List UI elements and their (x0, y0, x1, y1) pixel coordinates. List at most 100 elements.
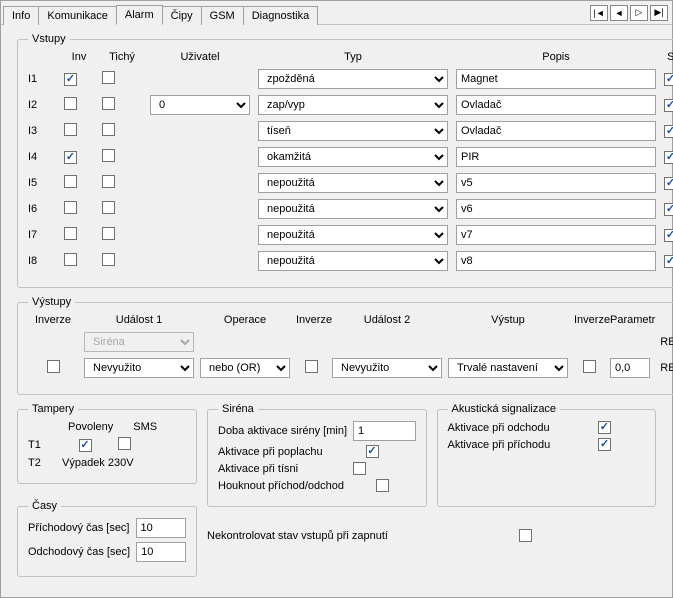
tichy-checkbox[interactable] (102, 123, 115, 136)
tichy-checkbox[interactable] (102, 149, 115, 162)
prichod-input[interactable] (136, 518, 187, 538)
popis-input[interactable] (456, 95, 656, 115)
group-akust: Akustická signalizace Aktivace při odcho… (437, 403, 657, 507)
tab-gsm[interactable]: GSM (201, 6, 244, 25)
tab-diagnostika[interactable]: Diagnostika (243, 6, 318, 25)
tisen-checkbox[interactable] (353, 462, 366, 475)
sms-checkbox[interactable] (664, 125, 673, 138)
group-tampery: Tampery Povoleny SMS T1 T2 Výpadek 230V (17, 403, 197, 484)
inv-checkbox[interactable] (64, 73, 77, 86)
prichod-label: Příchodový čas [sec] (28, 522, 130, 534)
poplach-checkbox[interactable] (366, 445, 379, 458)
inv-checkbox[interactable] (64, 97, 77, 110)
tab-komunikace[interactable]: Komunikace (38, 6, 117, 25)
tichy-checkbox[interactable] (102, 97, 115, 110)
hdr-operace: Operace (200, 314, 290, 326)
t1-povoleny-checkbox[interactable] (79, 439, 92, 452)
houk-checkbox[interactable] (376, 479, 389, 492)
topbar: InfoKomunikaceAlarmČipyGSMDiagnostika |◄… (1, 1, 672, 25)
tab-čipy[interactable]: Čipy (162, 6, 202, 25)
typ-select[interactable]: zpožděná (258, 69, 448, 89)
uzivatel-select[interactable]: 0 (150, 95, 250, 115)
sms-checkbox[interactable] (664, 73, 673, 86)
group-sirena: Siréna Doba aktivace sirény [min] Aktiva… (207, 403, 427, 507)
input-row: I8 nepoužitá (28, 251, 673, 271)
akust-odchod-checkbox[interactable] (598, 421, 611, 434)
inv-checkbox[interactable] (64, 123, 77, 136)
popis-input[interactable] (456, 251, 656, 271)
odchod-input[interactable] (136, 542, 186, 562)
tichy-checkbox[interactable] (102, 201, 115, 214)
hdr-inverze3: Inverze (574, 314, 604, 326)
nav-first-icon[interactable]: |◄ (590, 5, 608, 21)
row-id: I7 (28, 229, 56, 241)
inv-checkbox[interactable] (64, 151, 77, 164)
out-inv1-checkbox[interactable] (47, 360, 60, 373)
typ-select[interactable]: okamžitá (258, 147, 448, 167)
tichy-checkbox[interactable] (102, 175, 115, 188)
tab-info[interactable]: Info (3, 6, 39, 25)
legend-akust: Akustická signalizace (448, 403, 561, 415)
hdr-vystup: Výstup (448, 314, 568, 326)
popis-input[interactable] (456, 121, 656, 141)
tichy-checkbox[interactable] (102, 71, 115, 84)
typ-select[interactable]: nepoužitá (258, 173, 448, 193)
input-row: I5nepoužitá (28, 173, 673, 193)
row-id: I2 (28, 99, 56, 111)
group-vstupy: Vstupy Inv Tichý Uživatel Typ Popis SMS … (17, 33, 673, 288)
udalost2-select[interactable]: Nevyužito (332, 358, 442, 378)
out-inv2-checkbox[interactable] (305, 360, 318, 373)
sms-checkbox[interactable] (664, 151, 673, 164)
hdr-parametr: Parametr (610, 314, 650, 326)
hdr-udalost1: Událost 1 (84, 314, 194, 326)
vystup-select[interactable]: Trvalé nastavení (448, 358, 568, 378)
typ-select[interactable]: tíseň (258, 121, 448, 141)
hdr-uzivatel: Uživatel (150, 51, 250, 63)
popis-input[interactable] (456, 173, 656, 193)
sms-checkbox[interactable] (664, 203, 673, 216)
popis-input[interactable] (456, 147, 656, 167)
nav-last-icon[interactable]: ▶| (650, 5, 668, 21)
nav-next-icon[interactable]: ▷ (630, 5, 648, 21)
sms-checkbox[interactable] (664, 177, 673, 190)
operace-select[interactable]: nebo (OR) (200, 358, 290, 378)
tichy-checkbox[interactable] (102, 227, 115, 240)
popis-input[interactable] (456, 199, 656, 219)
param-input[interactable] (610, 358, 650, 378)
sms-checkbox[interactable] (664, 99, 673, 112)
hdr-popis: Popis (456, 51, 656, 63)
row-id: I8 (28, 255, 56, 267)
typ-select[interactable]: zap/vyp (258, 95, 448, 115)
inv-checkbox[interactable] (64, 227, 77, 240)
vystupy-header: Inverze Událost 1 Operace Inverze Událos… (28, 314, 673, 326)
inv-checkbox[interactable] (64, 201, 77, 214)
out-row-id: RE2 (656, 362, 673, 374)
popis-input[interactable] (456, 69, 656, 89)
inv-checkbox[interactable] (64, 175, 77, 188)
nav-prev-icon[interactable]: ◄ (610, 5, 628, 21)
akust-prichod-checkbox[interactable] (598, 438, 611, 451)
doba-input[interactable] (353, 421, 416, 441)
tab-alarm[interactable]: Alarm (116, 5, 163, 25)
typ-select[interactable]: nepoužitá (258, 225, 448, 245)
sms-checkbox[interactable] (664, 229, 673, 242)
out-inv3-checkbox[interactable] (583, 360, 596, 373)
t1-sms-checkbox[interactable] (118, 437, 131, 450)
nekontrolovat-checkbox[interactable] (519, 529, 532, 542)
input-row: I7 nepoužitá (28, 225, 673, 245)
t2-label: T2 (28, 457, 52, 469)
popis-input[interactable] (456, 225, 656, 245)
typ-select[interactable]: nepoužitá (258, 199, 448, 219)
typ-select[interactable]: nepoužitá (258, 251, 448, 271)
hdr-inverze2: Inverze (296, 314, 326, 326)
udalost1-select[interactable]: Nevyužito (84, 358, 194, 378)
tab-content: Vstupy Inv Tichý Uživatel Typ Popis SMS … (1, 25, 672, 593)
odchod-label: Odchodový čas [sec] (28, 546, 130, 558)
vstupy-header: Inv Tichý Uživatel Typ Popis SMS (28, 51, 673, 63)
tichy-checkbox[interactable] (102, 253, 115, 266)
sms-checkbox[interactable] (664, 255, 673, 268)
legend-vystupy: Výstupy (28, 296, 75, 308)
group-vystupy: Výstupy Inverze Událost 1 Operace Inverz… (17, 296, 673, 395)
inv-checkbox[interactable] (64, 253, 77, 266)
hdr-sms: SMS (664, 51, 673, 63)
